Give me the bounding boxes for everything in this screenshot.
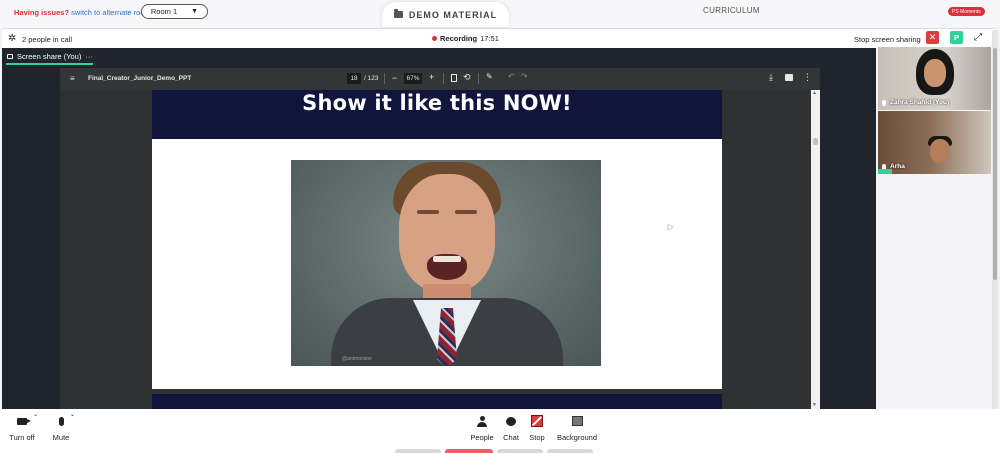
pdf-toolbar: ≡ Final_Creator_Junior_Demo_PPT 18 / 123… [60,68,820,90]
speaking-indicator [878,169,892,174]
camera-button[interactable]: Turn off [8,413,36,442]
screen-share-tab[interactable]: Screen share (You) ··· [2,48,876,66]
active-tab-indicator [6,63,93,65]
background-icon [571,416,583,426]
gif-brow [455,210,477,214]
scroll-down-icon[interactable]: ▼ [812,402,817,408]
call-controls: Turn off ⌄ Mute ⌄ People Chat Stop Backg… [0,409,1000,453]
pdf-file-name: Final_Creator_Junior_Demo_PPT [88,75,192,82]
next-slide-band [152,394,722,409]
bottom-tab[interactable] [497,449,543,453]
stop-share-icon [531,415,543,427]
bottom-tab[interactable] [547,449,593,453]
recording-label: Recording [440,34,478,43]
more-options-icon[interactable]: ··· [85,52,93,61]
slide-gif-image: @antmonster [291,160,601,366]
video-tile-self[interactable]: Zahra Shahid (You) [878,47,991,110]
monitor-icon [7,54,13,59]
issues-notice: Having issues? switch to alternate room [14,8,151,17]
background-button[interactable]: Background [555,413,599,442]
camera-icon [17,417,31,425]
gear-icon[interactable]: ✲ [8,33,16,44]
bottom-tab[interactable] [395,449,441,453]
camera-label: Turn off [9,433,35,442]
fit-page-icon[interactable] [451,74,457,82]
toolbar-divider [443,73,444,84]
participant-name: Arha [890,163,905,170]
gif-brow [417,210,439,214]
people-count: 2 people in call [22,35,73,44]
gif-watermark: @antmonster [342,356,373,362]
expand-icon[interactable]: ⤢ [974,32,982,43]
top-bar: Having issues? switch to alternate room … [0,0,1000,27]
scroll-up-icon[interactable]: ▲ [812,90,817,96]
camera-options-chevron-icon[interactable]: ⌄ [33,411,38,418]
people-icon [477,415,487,427]
issues-label: Having issues? [14,8,70,17]
toolbar-divider [384,73,385,84]
recording-dot-icon [432,36,437,41]
menu-icon[interactable]: ≡ [70,74,75,83]
background-label: Background [556,433,598,442]
zoom-level-input[interactable]: 67% [404,73,422,84]
page-scroll-thumb[interactable] [993,48,997,280]
zoom-out-icon[interactable]: − [392,73,397,83]
participant-face [924,59,946,87]
stop-label: Stop [529,433,545,442]
chevron-down-icon: ▼ [191,8,199,15]
curriculum-tab[interactable]: CURRICULUM [703,6,760,15]
participant-avatar[interactable]: P [950,31,963,44]
more-vert-icon[interactable]: ⋮ [803,72,812,83]
people-label: People [470,433,494,442]
recording-status: Recording 17:51 [432,34,499,43]
print-icon[interactable] [785,74,793,81]
mic-icon [882,99,886,106]
room-selector[interactable]: Room 1 ▼ [141,4,208,19]
room-label: Room 1 [150,7,178,16]
microphone-icon [58,416,64,426]
pdf-scroll-thumb[interactable] [813,138,818,145]
slide-page: Show it like this NOW! @antmonster [152,90,722,389]
chat-label: Chat [503,433,519,442]
participant-face [930,139,950,163]
pdf-viewer: ≡ Final_Creator_Junior_Demo_PPT 18 / 123… [60,68,820,409]
demo-material-tab[interactable]: DEMO MATERIAL [382,2,509,27]
participant-name: Zahra Shahid (You) [890,99,950,106]
screen-share-tab-content: Screen share (You) ··· [7,52,93,61]
bottom-tab-active[interactable] [445,449,493,453]
mouse-cursor-icon: ➤ [666,222,674,232]
undo-icon[interactable]: ↶ [508,72,515,81]
stop-share-button[interactable]: Stop [527,413,547,442]
annotate-icon[interactable]: ✎ [486,72,493,81]
stop-screen-sharing-label: Stop screen sharing [854,35,921,44]
alternate-room-link[interactable]: switch to alternate room [71,8,151,17]
screen-share-area: Screen share (You) ··· ≡ Final_Creator_J… [2,48,876,409]
gif-teeth [433,256,461,262]
screen-share-tab-label: Screen share (You) [17,52,82,61]
people-button[interactable]: People [468,413,496,442]
slide-title: Show it like this NOW! [302,91,572,115]
mute-button[interactable]: Mute [50,413,72,442]
page-number-input[interactable]: 18 [347,73,361,84]
total-pages: / 123 [364,75,379,82]
toolbar-divider [478,73,479,84]
demo-material-label: DEMO MATERIAL [408,9,498,20]
recording-time: 17:51 [480,34,499,43]
bottom-tabs-strip [395,449,595,453]
video-label: Zahra Shahid (You) [882,99,949,106]
rotate-icon[interactable]: ⟲ [463,72,471,83]
folder-icon [393,9,403,18]
video-tile-participant[interactable]: Arha [878,111,991,174]
redo-icon[interactable]: ↷ [521,72,528,81]
download-icon[interactable]: ⤓ [769,72,773,83]
chat-button[interactable]: Chat [500,413,522,442]
stop-sharing-button[interactable]: ✕ [926,31,939,44]
mute-label: Mute [52,433,70,442]
moments-badge[interactable]: PS Moments [948,7,985,16]
mic-options-chevron-icon[interactable]: ⌄ [70,411,75,418]
zoom-in-icon[interactable]: + [429,72,434,82]
call-bar: ✲ 2 people in call Recording 17:51 Stop … [2,28,996,48]
chat-icon [506,416,516,426]
